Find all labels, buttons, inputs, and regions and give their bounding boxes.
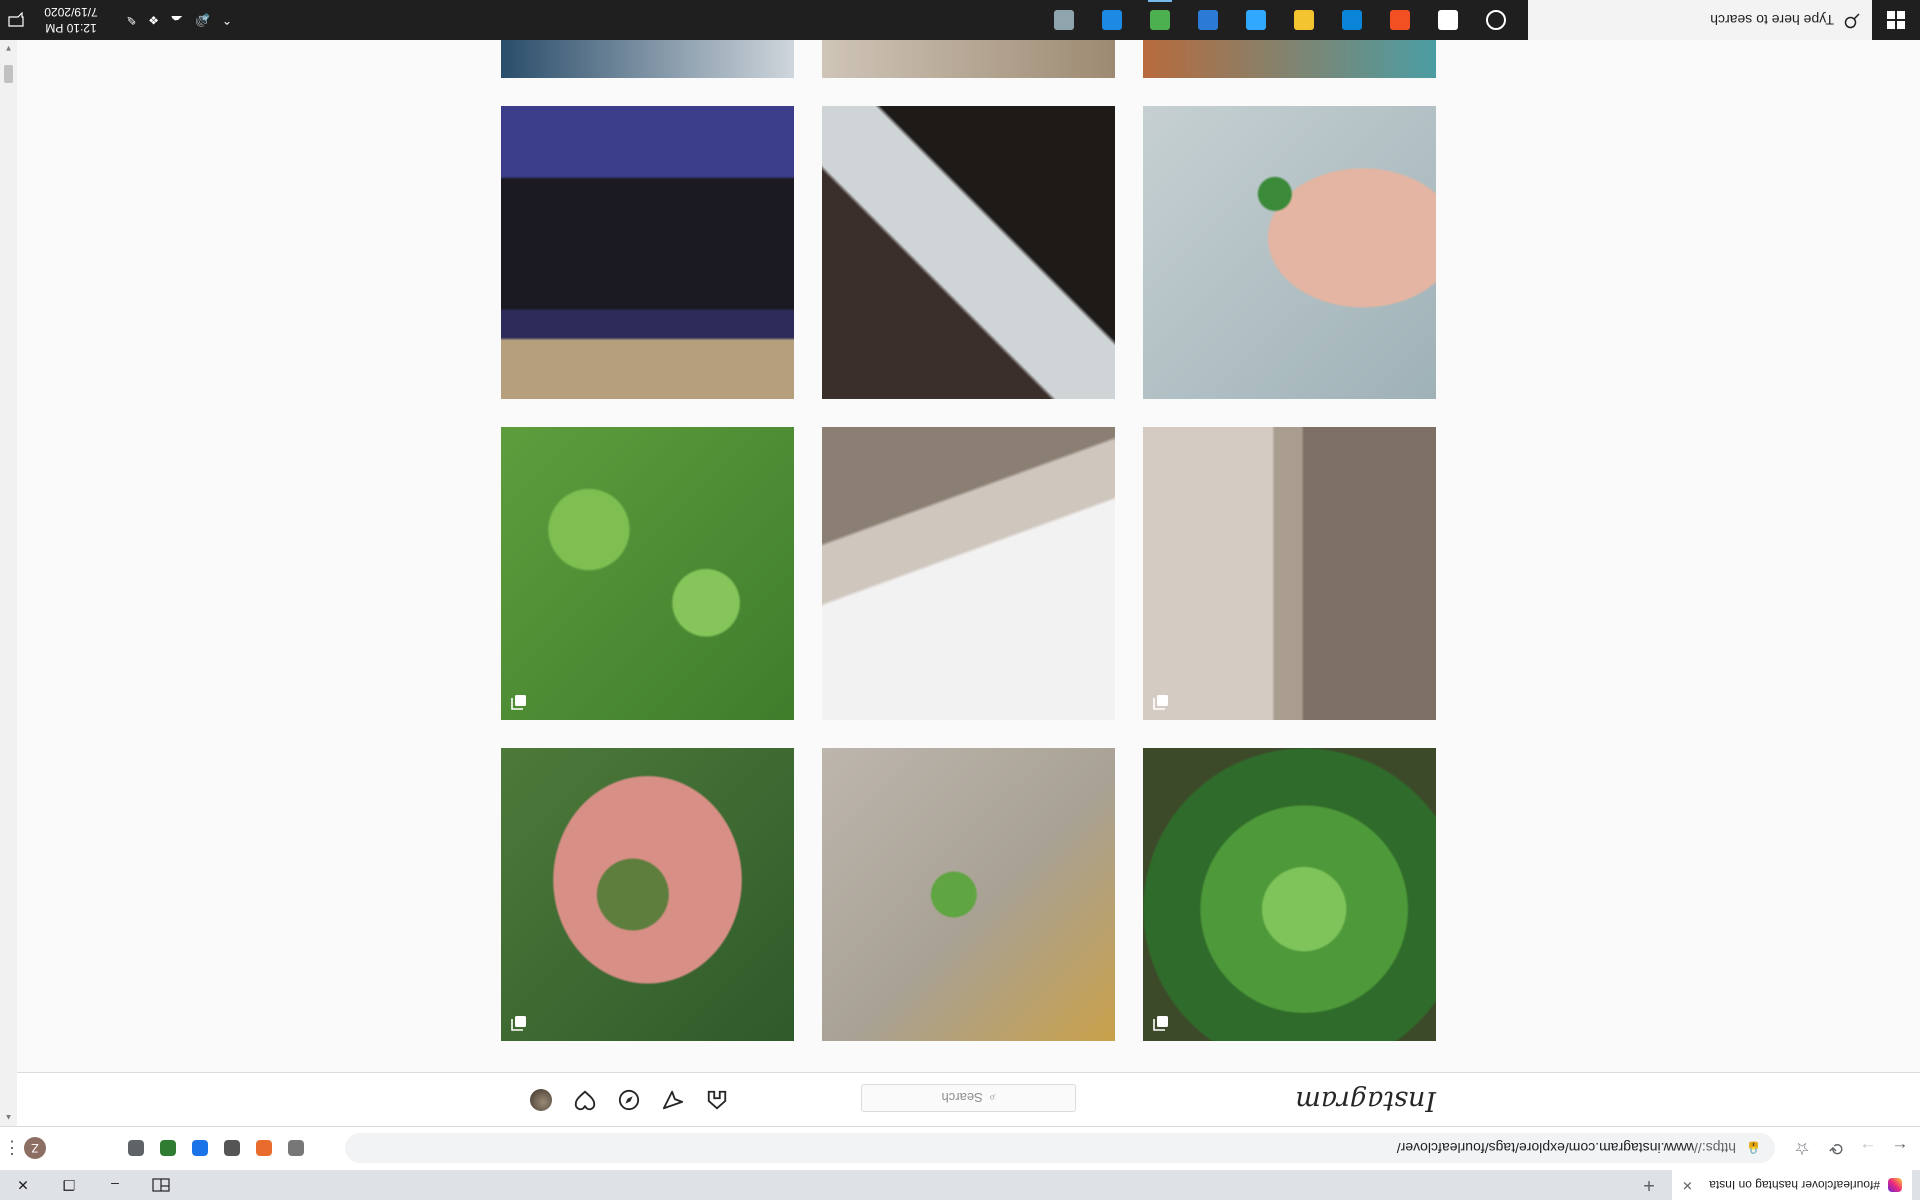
edge-icon[interactable]: [1336, 4, 1368, 36]
post-clover-fingers-bucket[interactable]: [1143, 106, 1436, 399]
bookmark-icon[interactable]: ☆: [1790, 1136, 1814, 1160]
dropbox-icon[interactable]: ❖: [148, 13, 159, 27]
scroll-down-arrow-icon[interactable]: ▼: [0, 40, 17, 57]
extension-icon-5[interactable]: [160, 1140, 176, 1156]
post-clover-palm[interactable]: [501, 748, 794, 1041]
tab-strip: #fourleafclover hashtag on Insta ✕ + – ❐…: [0, 1170, 1920, 1200]
post-cut-top-2[interactable]: [822, 40, 1115, 78]
back-button[interactable]: ←: [1888, 1136, 1912, 1160]
instagram-nav: [530, 1089, 728, 1111]
post-train-window[interactable]: [501, 106, 794, 399]
instagram-page: Instagram ⌕ Search: [17, 40, 1920, 1126]
post-window-frame[interactable]: [822, 106, 1115, 399]
restore-button[interactable]: ❐: [46, 1170, 92, 1200]
new-tab-button[interactable]: +: [1636, 1172, 1662, 1198]
pen-icon[interactable]: ✎: [126, 13, 136, 27]
home-icon[interactable]: [706, 1089, 728, 1111]
explore-icon[interactable]: [618, 1089, 640, 1111]
tab-close-icon[interactable]: ✕: [1682, 1177, 1693, 1193]
address-bar[interactable]: 🔒 https:// www.instagram.com/explore/tag…: [345, 1133, 1775, 1163]
taskbar-view-icon[interactable]: [138, 1170, 184, 1200]
extension-icon-1[interactable]: [288, 1140, 304, 1156]
post-cat-shadow-bowls[interactable]: [1143, 427, 1436, 720]
store-icon[interactable]: [1384, 4, 1416, 36]
post-green-clover-patch[interactable]: [501, 427, 794, 720]
profile-avatar-button[interactable]: Z: [24, 1137, 46, 1159]
taskbar-search-placeholder: Type here to search: [1710, 12, 1834, 28]
instagram-logo[interactable]: Instagram: [1295, 1085, 1436, 1116]
carousel-icon: [1153, 1015, 1169, 1031]
post-clover-waterdrops[interactable]: [1143, 748, 1436, 1041]
task-view-icon[interactable]: [1432, 4, 1464, 36]
scroll-thumb[interactable]: [4, 65, 13, 83]
minimize-button[interactable]: –: [92, 1170, 138, 1200]
post-white-shelf[interactable]: [822, 427, 1115, 720]
taskbar-search-box[interactable]: Type here to search: [1528, 0, 1872, 40]
taskbar-clock[interactable]: 12:10 PM 7/19/2020: [36, 4, 106, 36]
windows-taskbar: Type here to search ⌃ 🔊 ☁ ❖ ✎ 12:10 PM 7…: [0, 0, 1920, 40]
photoshop-icon[interactable]: [1240, 4, 1272, 36]
instagram-search-input[interactable]: ⌕ Search: [861, 1084, 1076, 1112]
search-icon: [1844, 11, 1860, 30]
notification-icon[interactable]: [0, 0, 32, 40]
forward-button[interactable]: →: [1856, 1136, 1880, 1160]
volume-icon[interactable]: 🔊: [195, 13, 210, 27]
show-hidden-icons-icon[interactable]: ⌃: [222, 13, 232, 27]
browser-toolbar: ← → ⟳ ☆ 🔒 https:// www.instagram.com/exp…: [0, 1126, 1920, 1170]
profile-avatar[interactable]: [530, 1089, 552, 1111]
url-path: www.instagram.com/explore/tags/fourleafc…: [1396, 1140, 1695, 1156]
photos-icon[interactable]: [1192, 4, 1224, 36]
browser-tab[interactable]: #fourleafclover hashtag on Insta ✕: [1672, 1170, 1912, 1200]
carousel-icon: [511, 1015, 527, 1031]
tab-title: #fourleafclover hashtag on Insta: [1709, 1178, 1880, 1192]
start-button[interactable]: [1872, 0, 1920, 40]
instagram-header: Instagram ⌕ Search: [17, 1072, 1920, 1126]
direct-icon[interactable]: [662, 1089, 684, 1111]
settings-icon[interactable]: [1096, 4, 1128, 36]
activity-icon[interactable]: [574, 1089, 596, 1111]
carousel-icon: [1153, 694, 1169, 710]
extension-icon-3[interactable]: [224, 1140, 240, 1156]
post-cut-top-3[interactable]: [501, 40, 794, 78]
search-placeholder: Search: [941, 1090, 983, 1106]
chrome-icon[interactable]: [1144, 4, 1176, 36]
url-scheme: https://: [1694, 1140, 1737, 1156]
clock-time: 12:10 PM: [45, 21, 97, 35]
app-icon[interactable]: [1048, 4, 1080, 36]
carousel-icon: [511, 694, 527, 710]
scroll-up-arrow-icon[interactable]: ▲: [0, 1109, 17, 1126]
onedrive-icon[interactable]: ☁: [171, 13, 183, 27]
file-explorer-icon[interactable]: [1288, 4, 1320, 36]
clock-date: 7/19/2020: [44, 5, 98, 19]
page-scrollbar[interactable]: ▲ ▼: [0, 40, 17, 1126]
cortana-icon[interactable]: [1480, 4, 1512, 36]
browser-menu-button[interactable]: ⋮: [3, 1137, 21, 1159]
reload-button[interactable]: ⟳: [1824, 1136, 1848, 1160]
extension-icon-2[interactable]: [256, 1140, 272, 1156]
lock-icon: 🔒: [1746, 1141, 1761, 1155]
extension-icon-4[interactable]: [192, 1140, 208, 1156]
puzzle-icon[interactable]: [128, 1140, 144, 1156]
post-clover-fingers-orange[interactable]: [822, 748, 1115, 1041]
system-tray: ⌃ 🔊 ☁ ❖ ✎: [126, 0, 232, 40]
instagram-favicon-icon: [1888, 1178, 1902, 1192]
close-window-button[interactable]: ✕: [0, 1170, 46, 1200]
search-icon: ⌕: [988, 1091, 996, 1106]
post-cut-top-1[interactable]: [1143, 40, 1436, 78]
